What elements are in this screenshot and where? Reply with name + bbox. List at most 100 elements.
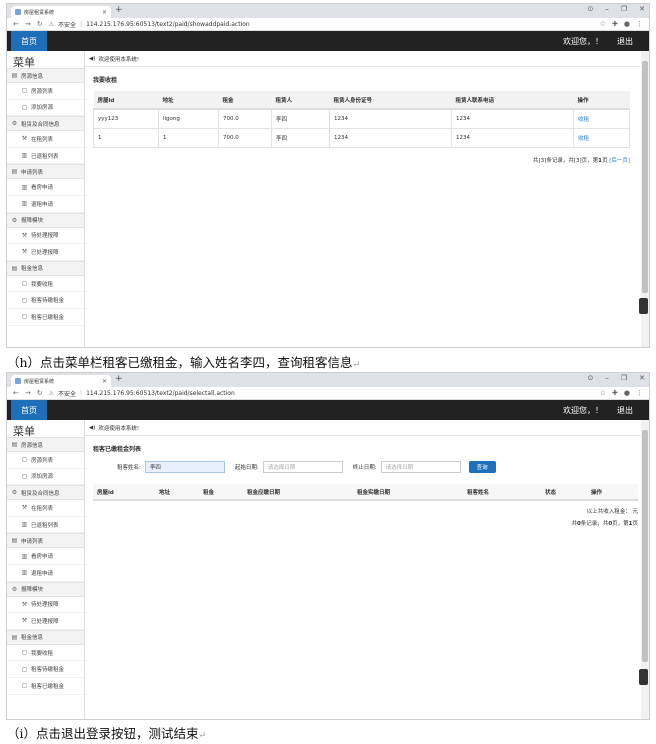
sidebar-section-rent[interactable]: ▤ 租金信息 (7, 629, 84, 645)
address-bar[interactable]: ⚠ 不安全 | 114.215.176.95:60513/text2/paid/… (49, 20, 594, 29)
profile-icon[interactable]: ● (624, 389, 630, 397)
sidebar-item-renting[interactable]: ⚒ 在租列表 (7, 131, 84, 148)
sidebar-item-house-list[interactable]: ▢ 房源列表 (7, 452, 84, 469)
sidebar-item-returned[interactable]: ▥ 已退租列表 (7, 517, 84, 534)
search-form: 租客姓名: 李四 起始日期: 请选择日期 终止日期: 请选择日期 查询 (85, 456, 641, 478)
browser-tabbar: 房屋租赁系统 ✕ + ⊙ – ❐ ✕ (7, 4, 649, 18)
sidebar-item-rent-due[interactable]: ▢ 租客待缴租金 (7, 292, 84, 309)
next-page-link[interactable]: [后一页] (609, 158, 630, 164)
profile-icon[interactable]: ● (624, 20, 630, 28)
bookmark-star-icon[interactable]: ☆ (600, 20, 606, 28)
reload-icon[interactable]: ↻ (37, 20, 43, 28)
scrollbar-thumb[interactable] (642, 61, 648, 293)
new-tab-icon[interactable]: + (115, 5, 123, 15)
record-icon[interactable]: ⊙ (587, 5, 593, 13)
item-label: 待处理报障 (31, 602, 59, 609)
start-date-label: 起始日期: (234, 465, 259, 471)
sidebar-item-collect-rent[interactable]: ▢ 我要收租 (7, 276, 84, 293)
end-date-input[interactable]: 请选择日期 (380, 461, 461, 473)
extensions-icon[interactable]: ✚ (612, 20, 618, 28)
close-window-icon[interactable]: ✕ (639, 5, 645, 13)
floating-widget-icon[interactable] (639, 298, 648, 314)
collect-rent-link[interactable]: 收租 (573, 127, 630, 148)
sidebar-item-fault-done[interactable]: ⚒ 已处理报障 (7, 613, 84, 630)
address-bar-row: ← → ↻ ⚠ 不安全 | 114.215.176.95:60513/text2… (7, 18, 649, 31)
sidebar-item-returned[interactable]: ▥ 已退租列表 (7, 148, 84, 165)
minimize-icon[interactable]: – (605, 5, 609, 13)
back-icon[interactable]: ← (13, 389, 19, 397)
gear-icon: ⚙ (11, 120, 18, 128)
tab-title: 房屋租赁系统 (24, 378, 55, 385)
list-icon: ▤ (11, 537, 18, 545)
sidebar-section-lease[interactable]: ⚙ 租赁及合同信息 (7, 116, 84, 132)
reload-icon[interactable]: ↻ (37, 389, 43, 397)
sidebar-item-rent-paid[interactable]: ▢ 租客已缴租金 (7, 309, 84, 326)
close-window-icon[interactable]: ✕ (639, 374, 645, 382)
sidebar-item-collect-rent[interactable]: ▢ 我要收租 (7, 645, 84, 662)
sidebar-item-fault-done[interactable]: ⚒ 已处理报障 (7, 244, 84, 261)
browser-tab[interactable]: 房屋租赁系统 ✕ (11, 6, 111, 18)
forward-icon[interactable]: → (25, 20, 31, 28)
sidebar-item-house-list[interactable]: ▢ 房源列表 (7, 83, 84, 100)
sidebar-item-fault-pending[interactable]: ⚒ 待处理报障 (7, 597, 84, 614)
query-button[interactable]: 查询 (468, 461, 496, 473)
column-header: 租金 (199, 484, 243, 501)
sidebar-item-rent-due[interactable]: ▢ 租客待缴租金 (7, 661, 84, 678)
tenant-name-input[interactable]: 李四 (144, 461, 225, 473)
welcome-text: 欢迎使用本系统! (98, 425, 140, 432)
bookmark-star-icon[interactable]: ☆ (600, 389, 606, 397)
minimize-icon[interactable]: – (605, 374, 609, 382)
sidebar-item-rent-paid[interactable]: ▢ 租客已缴租金 (7, 678, 84, 695)
close-tab-icon[interactable]: ✕ (102, 9, 107, 16)
sidebar-section-apply[interactable]: ▤ 申请列表 (7, 164, 84, 180)
caption-text: （h）点击菜单栏租客已缴租金，输入姓名李四，查询租客信息 (7, 355, 353, 370)
sidebar-item-add-house[interactable]: ▢ 添加房源 (7, 100, 84, 117)
start-date-input[interactable]: 请选择日期 (262, 461, 343, 473)
pager-text: 条记录，共 (580, 521, 609, 527)
sidebar-section-apply[interactable]: ▤ 申请列表 (7, 533, 84, 549)
sidebar-section-fault[interactable]: ⚙ 报障模块 (7, 581, 84, 597)
sidebar-item-renting[interactable]: ⚒ 在租列表 (7, 500, 84, 517)
column-header: 地址 (158, 91, 219, 110)
caption-i: （i）点击退出登录按钮，测试结束↵ (7, 723, 206, 742)
floating-widget-icon[interactable] (639, 669, 648, 685)
caption-text: （i）点击退出登录按钮，测试结束 (7, 726, 199, 741)
maximize-icon[interactable]: ❐ (621, 374, 627, 382)
sidebar-item-fault-pending[interactable]: ⚒ 待处理报障 (7, 228, 84, 245)
rent-summary: 以上共收入租金： 元 (586, 509, 638, 515)
window-controls: ⊙ – ❐ ✕ (587, 5, 645, 13)
home-button[interactable]: 首页 (11, 400, 47, 420)
maximize-icon[interactable]: ❐ (621, 5, 627, 13)
logout-button[interactable]: 退出 (617, 36, 633, 47)
more-menu-icon[interactable]: ⋮ (636, 20, 643, 28)
cell: 李四 (271, 127, 330, 148)
collect-rent-link[interactable]: 收租 (573, 108, 630, 129)
scrollbar-thumb[interactable] (642, 430, 648, 662)
address-bar[interactable]: ⚠ 不安全 | 114.215.176.95:60513/text2/paid/… (49, 389, 594, 398)
sidebar-item-add-house[interactable]: ▢ 添加房源 (7, 469, 84, 486)
sidebar-section-lease[interactable]: ⚙ 租赁及合同信息 (7, 485, 84, 501)
logout-button[interactable]: 退出 (617, 405, 633, 416)
sidebar-item-viewing[interactable]: ▥ 看房申请 (7, 179, 84, 196)
more-menu-icon[interactable]: ⋮ (636, 389, 643, 397)
back-icon[interactable]: ← (13, 20, 19, 28)
cell: 1 (158, 127, 219, 148)
sidebar-section-fault[interactable]: ⚙ 报障模块 (7, 212, 84, 228)
sidebar-section-rent[interactable]: ▤ 租金信息 (7, 260, 84, 276)
new-tab-icon[interactable]: + (115, 374, 123, 384)
extensions-icon[interactable]: ✚ (612, 389, 618, 397)
close-tab-icon[interactable]: ✕ (102, 378, 107, 385)
menu-title: 菜单 (13, 425, 35, 438)
record-icon[interactable]: ⊙ (587, 374, 593, 382)
sidebar-item-return-apply[interactable]: ▥ 退租申请 (7, 196, 84, 213)
sidebar-section-house[interactable]: ▤ 房源信息 (7, 437, 84, 452)
trash-icon: ▥ (21, 200, 28, 208)
sidebar-item-return-apply[interactable]: ▥ 退租申请 (7, 565, 84, 582)
forward-icon[interactable]: → (25, 389, 31, 397)
window-controls: ⊙ – ❐ ✕ (587, 374, 645, 382)
sidebar-section-house[interactable]: ▤ 房源信息 (7, 68, 84, 83)
home-button[interactable]: 首页 (11, 31, 47, 51)
file-icon: ▢ (21, 456, 28, 464)
sidebar-item-viewing[interactable]: ▥ 看房申请 (7, 548, 84, 565)
browser-tab[interactable]: 房屋租赁系统 ✕ (11, 375, 111, 387)
